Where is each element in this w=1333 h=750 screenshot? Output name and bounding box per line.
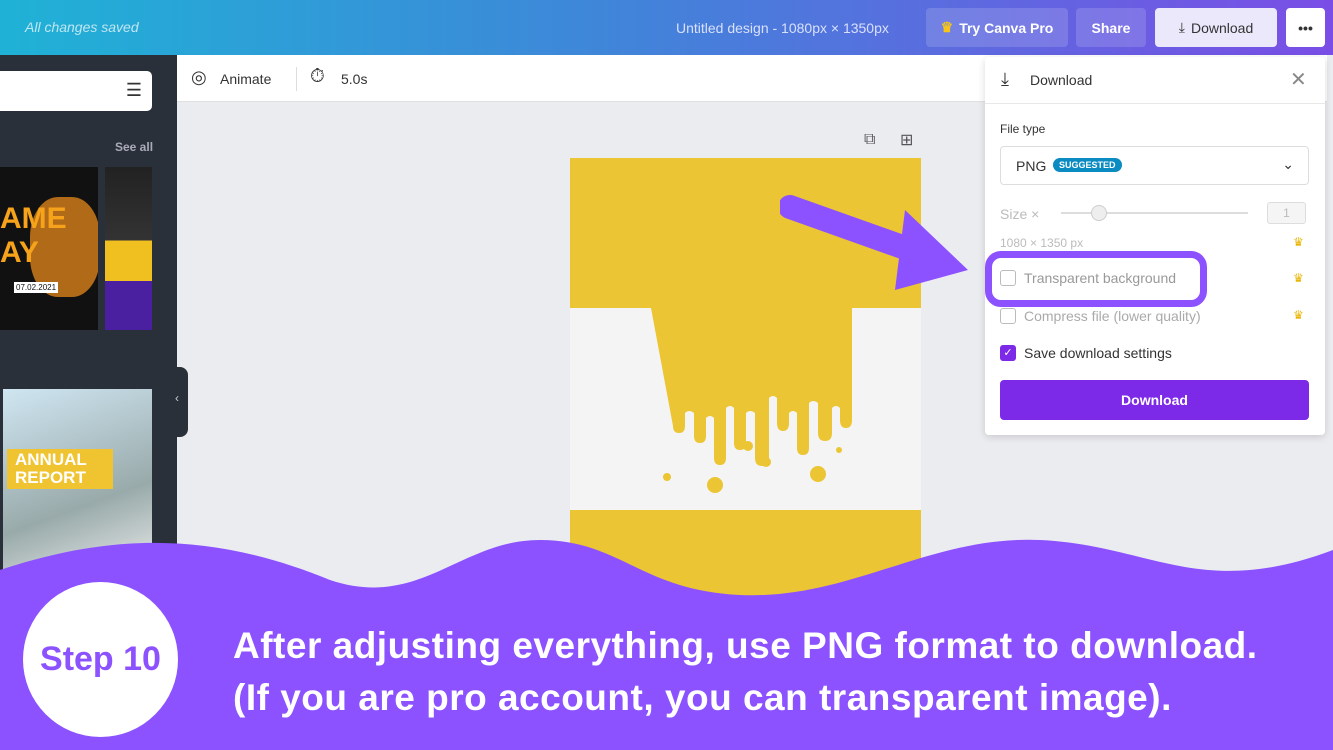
save-status: All changes saved	[25, 19, 139, 35]
add-page-icon[interactable]: ⊞	[900, 130, 913, 150]
download-confirm-button[interactable]: Download	[1000, 380, 1309, 420]
download-panel: ⤓ Download ✕ File type PNG SUGGESTED ⌄ S…	[985, 57, 1325, 435]
template-thumbnail[interactable]: AME AY 07.02.2021	[0, 167, 98, 330]
divider	[985, 103, 1325, 104]
see-all-link[interactable]: See all	[115, 140, 153, 154]
crown-icon: ♛	[1293, 308, 1304, 322]
download-button[interactable]: ⤓ Download	[1155, 8, 1277, 47]
compress-checkbox[interactable]	[1000, 308, 1016, 324]
crown-icon: ♛	[1293, 235, 1304, 249]
download-icon: ⤓	[1178, 19, 1185, 35]
step-badge: Step 10	[23, 582, 178, 737]
crown-icon: ♛	[1293, 271, 1304, 285]
download-icon: ⤓	[1001, 69, 1009, 89]
crown-icon: ♛	[940, 19, 954, 35]
design-title[interactable]: Untitled design - 1080px × 1350px	[676, 20, 889, 36]
tutorial-caption: After adjusting everything, use PNG form…	[233, 625, 1258, 718]
size-slider[interactable]	[1061, 205, 1248, 221]
suggested-badge: SUGGESTED	[1053, 158, 1122, 172]
animate-button[interactable]: Animate	[220, 71, 271, 87]
panel-title: Download	[1030, 72, 1093, 88]
chevron-down-icon: ⌄	[1282, 156, 1294, 172]
transparent-checkbox[interactable]	[1000, 270, 1016, 286]
size-input[interactable]: 1	[1267, 202, 1306, 224]
animate-icon: ◎	[191, 67, 207, 87]
top-bar: All changes saved Untitled design - 1080…	[0, 0, 1333, 55]
filter-icon[interactable]: ☰	[126, 80, 142, 101]
save-settings-checkbox[interactable]: ✓	[1000, 345, 1016, 361]
duration-button[interactable]: 5.0s	[341, 71, 367, 87]
divider	[296, 67, 297, 91]
template-thumbnail[interactable]	[105, 167, 152, 330]
search-input[interactable]: ☰	[0, 71, 152, 111]
pointer-arrow	[780, 195, 968, 290]
timer-icon: ⏱	[310, 66, 325, 87]
close-icon[interactable]: ✕	[1290, 67, 1307, 92]
collapse-handle[interactable]: ‹	[170, 367, 188, 437]
share-button[interactable]: Share	[1076, 8, 1146, 47]
more-button[interactable]: •••	[1286, 8, 1325, 47]
file-type-select[interactable]: PNG SUGGESTED ⌄	[1000, 146, 1309, 185]
duplicate-page-icon[interactable]: ⧉	[864, 131, 875, 149]
try-pro-button[interactable]: ♛ Try Canva Pro	[926, 8, 1068, 47]
file-type-label: File type	[1000, 122, 1046, 136]
